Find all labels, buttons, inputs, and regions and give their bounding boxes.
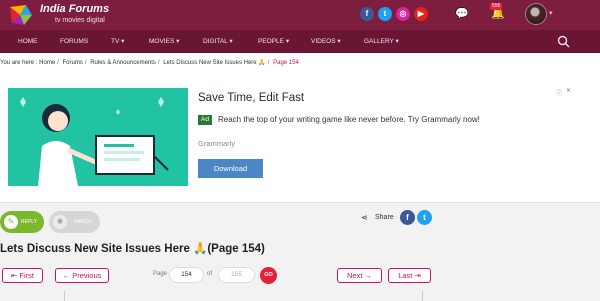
pencil-icon: ✎ [4, 215, 18, 229]
share-icon[interactable]: ⋖ [361, 213, 368, 222]
next-arrow-icon: → [362, 271, 372, 280]
eye-icon: ◉ [53, 215, 67, 229]
user-avatar[interactable] [525, 3, 547, 25]
nav-people[interactable]: PEOPLE ▾ [258, 30, 289, 53]
info-icon[interactable]: ⓘ [556, 88, 564, 97]
nav-gallery[interactable]: GALLERY ▾ [364, 30, 399, 53]
total-pages: 155 [218, 267, 255, 283]
ad-download-button[interactable]: Download [198, 159, 263, 178]
previous-page-button[interactable]: ← Previous [55, 268, 109, 283]
notification-count-badge: 556 [490, 3, 503, 10]
previous-arrow-icon: ← [62, 271, 73, 280]
youtube-icon[interactable]: ▶ [414, 7, 428, 21]
ad-illustration[interactable] [8, 88, 188, 186]
ad-text[interactable]: Reach the top of your writing game like … [218, 115, 480, 124]
main-nav: HOME FORUMS TV ▾ MOVIES ▾ DIGITAL ▾ PEOP… [0, 30, 600, 53]
share-label: Share [375, 214, 394, 221]
breadcrumb: You are here : Home / Forums / Rules & Ann… [0, 53, 600, 73]
brand-name[interactable]: India Forums [40, 3, 109, 15]
close-icon[interactable]: ✕ [566, 87, 571, 94]
breadcrumb-current: Page 154 [273, 60, 299, 66]
divider [422, 291, 423, 301]
twitter-icon[interactable]: t [378, 7, 392, 21]
chat-icon[interactable]: 💬 [454, 6, 470, 22]
watch-button[interactable]: ◉ WATCH [49, 211, 100, 233]
last-arrow-icon: ⇥ [412, 271, 421, 280]
chevron-down-icon[interactable]: ▾ [549, 9, 553, 17]
reply-label: REPLY [21, 219, 38, 225]
thread-title: Lets Discuss New Site Issues Here 🙏(Page… [0, 243, 265, 255]
reply-button[interactable]: ✎ REPLY [0, 211, 44, 233]
india-forums-logo-icon[interactable] [8, 3, 34, 27]
of-label: of [207, 271, 213, 277]
go-button[interactable]: GO [260, 267, 277, 284]
page-label: Page [153, 271, 168, 277]
breadcrumb-forums[interactable]: Forums [63, 60, 83, 66]
breadcrumb-home[interactable]: Home [39, 60, 55, 66]
site-header: India Forums tv movies digital f t ◎ ▶ 💬… [0, 0, 600, 30]
ad-badge: Ad [198, 115, 212, 125]
last-page-button[interactable]: Last ⇥ [388, 268, 431, 283]
nav-forums[interactable]: FORUMS [60, 30, 88, 53]
nav-movies[interactable]: MOVIES ▾ [149, 30, 179, 53]
breadcrumb-prefix: You are here : [0, 60, 38, 66]
search-icon[interactable] [557, 35, 570, 48]
page-number-input[interactable]: 154 [169, 267, 204, 283]
first-page-button[interactable]: ⇤ First [2, 268, 43, 283]
ad-brand[interactable]: Grammarly [198, 139, 235, 148]
facebook-icon[interactable]: f [360, 7, 374, 21]
divider [64, 291, 65, 301]
nav-videos[interactable]: VIDEOS ▾ [311, 30, 341, 53]
next-page-button[interactable]: Next → [337, 268, 382, 283]
ad-headline[interactable]: Save Time, Edit Fast [198, 92, 304, 104]
share-twitter-icon[interactable]: t [417, 210, 432, 225]
brand-tagline: tv movies digital [55, 17, 105, 24]
breadcrumb-thread[interactable]: Lets Discuss New Site Issues Here 🙏 [163, 60, 266, 66]
instagram-icon[interactable]: ◎ [396, 7, 410, 21]
breadcrumb-rules[interactable]: Rules & Announcements [90, 60, 156, 66]
nav-digital[interactable]: DIGITAL ▾ [203, 30, 233, 53]
advertisement: Save Time, Edit Fast Ad Reach the top of… [0, 73, 600, 203]
nav-tv[interactable]: TV ▾ [111, 30, 124, 53]
share-facebook-icon[interactable]: f [400, 210, 415, 225]
nav-home[interactable]: HOME [18, 30, 38, 53]
watch-label: WATCH [74, 219, 92, 225]
